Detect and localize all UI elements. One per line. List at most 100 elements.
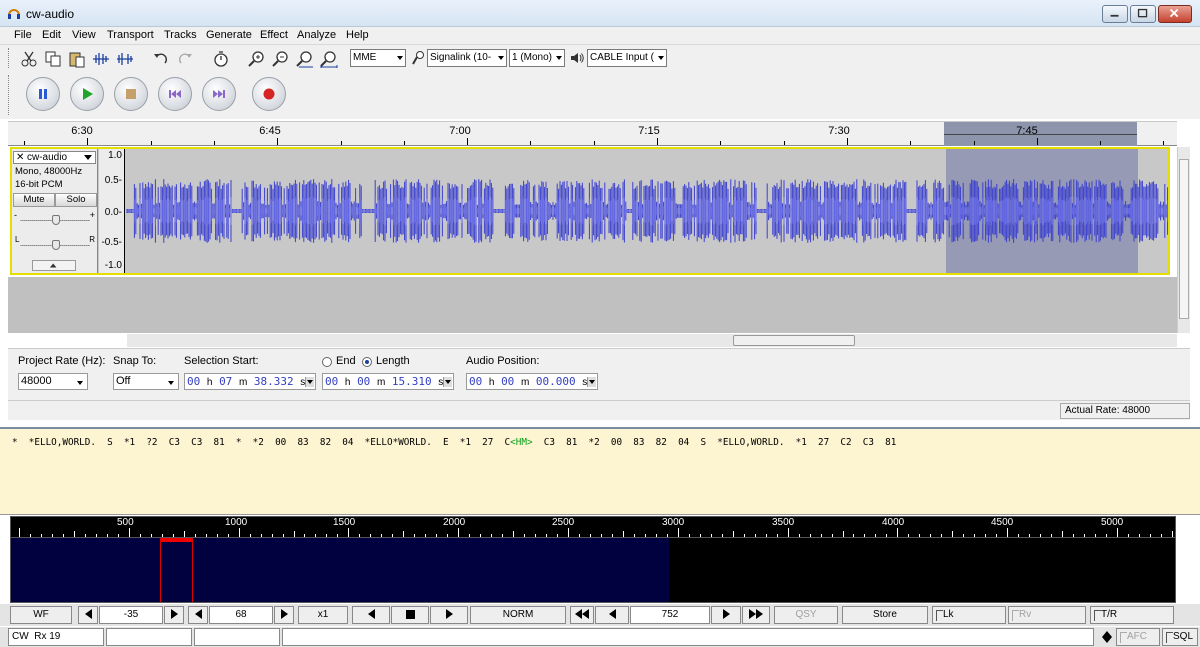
- frequency-scale[interactable]: 500 1000 1500 2000 2500 3000 3500 4000 4…: [10, 516, 1176, 538]
- menu-view[interactable]: View: [72, 29, 96, 41]
- track-name-menu[interactable]: ✕ cw-audio: [13, 151, 96, 164]
- silence-audio-icon[interactable]: [114, 48, 134, 68]
- time-format-dropdown[interactable]: [443, 377, 452, 387]
- pan-slider[interactable]: L R: [14, 235, 96, 251]
- vertical-scrollbar[interactable]: [1177, 147, 1190, 333]
- ampl-span-increase-button[interactable]: [274, 606, 294, 624]
- freq-tick: [249, 534, 251, 537]
- horizontal-scrollbar[interactable]: [127, 334, 1177, 347]
- selection-length-time[interactable]: 00 h 00 m 15.310 s: [322, 373, 454, 390]
- waterfall-mode-button[interactable]: WF: [10, 606, 72, 624]
- sql-toggle[interactable]: SQL: [1162, 628, 1198, 646]
- toolbar-grip[interactable]: [8, 48, 12, 68]
- audio-position-time[interactable]: 00 h 00 m 00.000 s: [466, 373, 598, 390]
- length-radio[interactable]: [362, 357, 372, 367]
- zoom-button[interactable]: x1: [298, 606, 348, 624]
- redo-icon[interactable]: [174, 48, 194, 68]
- freq-down-button[interactable]: [595, 606, 629, 624]
- audio-host-select[interactable]: MME: [350, 49, 406, 67]
- menu-analyze[interactable]: Analyze: [297, 29, 336, 41]
- pan-slider-thumb[interactable]: [52, 240, 60, 250]
- freq-tick: [1029, 534, 1031, 537]
- freq-fast-up-button[interactable]: [742, 606, 770, 624]
- end-radio[interactable]: [322, 357, 332, 367]
- sync-lock-icon[interactable]: [210, 48, 230, 68]
- solo-button[interactable]: Solo: [55, 193, 97, 207]
- ref-level-field[interactable]: -35: [99, 606, 163, 624]
- time-format-dropdown[interactable]: [305, 377, 314, 387]
- freq-tick: [765, 534, 767, 537]
- trim-audio-icon[interactable]: [90, 48, 110, 68]
- timeline-ruler[interactable]: 6:30 6:45 7:00 7:15 7:30 7:45: [8, 121, 1177, 146]
- recording-device-select[interactable]: Signalink (10-: [427, 49, 507, 67]
- zoom-in-icon[interactable]: [246, 48, 266, 68]
- selection-start-time[interactable]: 00 h 07 m 38.332 s: [184, 373, 316, 390]
- cut-icon[interactable]: [18, 48, 38, 68]
- status-message-field: [282, 628, 1094, 646]
- zoom-out-icon[interactable]: [270, 48, 290, 68]
- receive-text-panel[interactable]: * *ELLO,WORLD. S *1 ?2 C3 C3 81 * *2 00 …: [0, 427, 1200, 515]
- waveform-area[interactable]: [126, 149, 1168, 273]
- scroll-right-button[interactable]: [430, 606, 468, 624]
- waterfall-display[interactable]: [10, 538, 1176, 603]
- center-button[interactable]: [391, 606, 429, 624]
- ampl-span-decrease-button[interactable]: [188, 606, 208, 624]
- copy-icon[interactable]: [42, 48, 62, 68]
- amplitude-scale[interactable]: 1.0 0.5- 0.0- -0.5- -1.0: [99, 149, 125, 273]
- freq-tick: [458, 528, 460, 537]
- reverse-toggle[interactable]: Rv: [1008, 606, 1086, 624]
- snap-to-value: Off: [116, 375, 131, 387]
- menu-edit[interactable]: Edit: [42, 29, 61, 41]
- waterfall-cursor[interactable]: [160, 538, 193, 602]
- minimize-button[interactable]: [1102, 5, 1128, 23]
- ref-level-increase-button[interactable]: [164, 606, 184, 624]
- menu-generate[interactable]: Generate: [206, 29, 252, 41]
- gain-slider[interactable]: - +: [14, 210, 96, 226]
- freq-up-button[interactable]: [711, 606, 741, 624]
- undo-icon[interactable]: [150, 48, 170, 68]
- fit-selection-icon[interactable]: [294, 48, 314, 68]
- vertical-scroll-thumb[interactable]: [1179, 159, 1189, 319]
- recording-channels-select[interactable]: 1 (Mono): [509, 49, 565, 67]
- menu-transport[interactable]: Transport: [107, 29, 154, 41]
- skip-to-start-button[interactable]: [158, 77, 192, 111]
- paste-icon[interactable]: [66, 48, 86, 68]
- pause-button[interactable]: [26, 77, 60, 111]
- menu-file[interactable]: File: [14, 29, 32, 41]
- playback-device-select[interactable]: CABLE Input (: [587, 49, 667, 67]
- frequency-field[interactable]: 752: [630, 606, 710, 624]
- menu-effect[interactable]: Effect: [260, 29, 288, 41]
- qsy-button[interactable]: QSY: [774, 606, 838, 624]
- toolbar-grip[interactable]: [8, 75, 12, 115]
- maximize-button[interactable]: [1130, 5, 1156, 23]
- snap-to-select[interactable]: Off: [113, 373, 179, 390]
- mute-button[interactable]: Mute: [13, 193, 55, 207]
- lock-toggle[interactable]: Lk: [932, 606, 1006, 624]
- collapse-track-button[interactable]: [32, 260, 76, 271]
- play-button[interactable]: [70, 77, 104, 111]
- close-track-icon[interactable]: ✕: [16, 152, 24, 163]
- horizontal-scroll-thumb[interactable]: [733, 335, 855, 346]
- empty-track-area[interactable]: [8, 277, 1177, 333]
- record-button[interactable]: [252, 77, 286, 111]
- menu-help[interactable]: Help: [346, 29, 369, 41]
- ref-level-decrease-button[interactable]: [78, 606, 98, 624]
- menu-tracks[interactable]: Tracks: [164, 29, 197, 41]
- gain-slider-thumb[interactable]: [52, 215, 60, 225]
- audio-track[interactable]: ✕ cw-audio Mono, 48000Hz 16-bit PCM Mute…: [10, 147, 1170, 275]
- time-format-dropdown[interactable]: [587, 377, 596, 387]
- afc-toggle[interactable]: AFC: [1116, 628, 1160, 646]
- project-rate-select[interactable]: 48000: [18, 373, 88, 390]
- freq-fast-down-button[interactable]: [570, 606, 594, 624]
- speed-norm-button[interactable]: NORM: [470, 606, 566, 624]
- mode-status-field[interactable]: CW Rx 19: [8, 628, 104, 646]
- skip-to-end-button[interactable]: [202, 77, 236, 111]
- store-button[interactable]: Store: [842, 606, 928, 624]
- stop-button[interactable]: [114, 77, 148, 111]
- freq-tick: [754, 534, 756, 537]
- ampl-span-field[interactable]: 68: [209, 606, 273, 624]
- scroll-left-button[interactable]: [352, 606, 390, 624]
- fit-project-icon[interactable]: [318, 48, 338, 68]
- close-button[interactable]: [1158, 5, 1192, 23]
- tx-rx-toggle[interactable]: T/R: [1090, 606, 1174, 624]
